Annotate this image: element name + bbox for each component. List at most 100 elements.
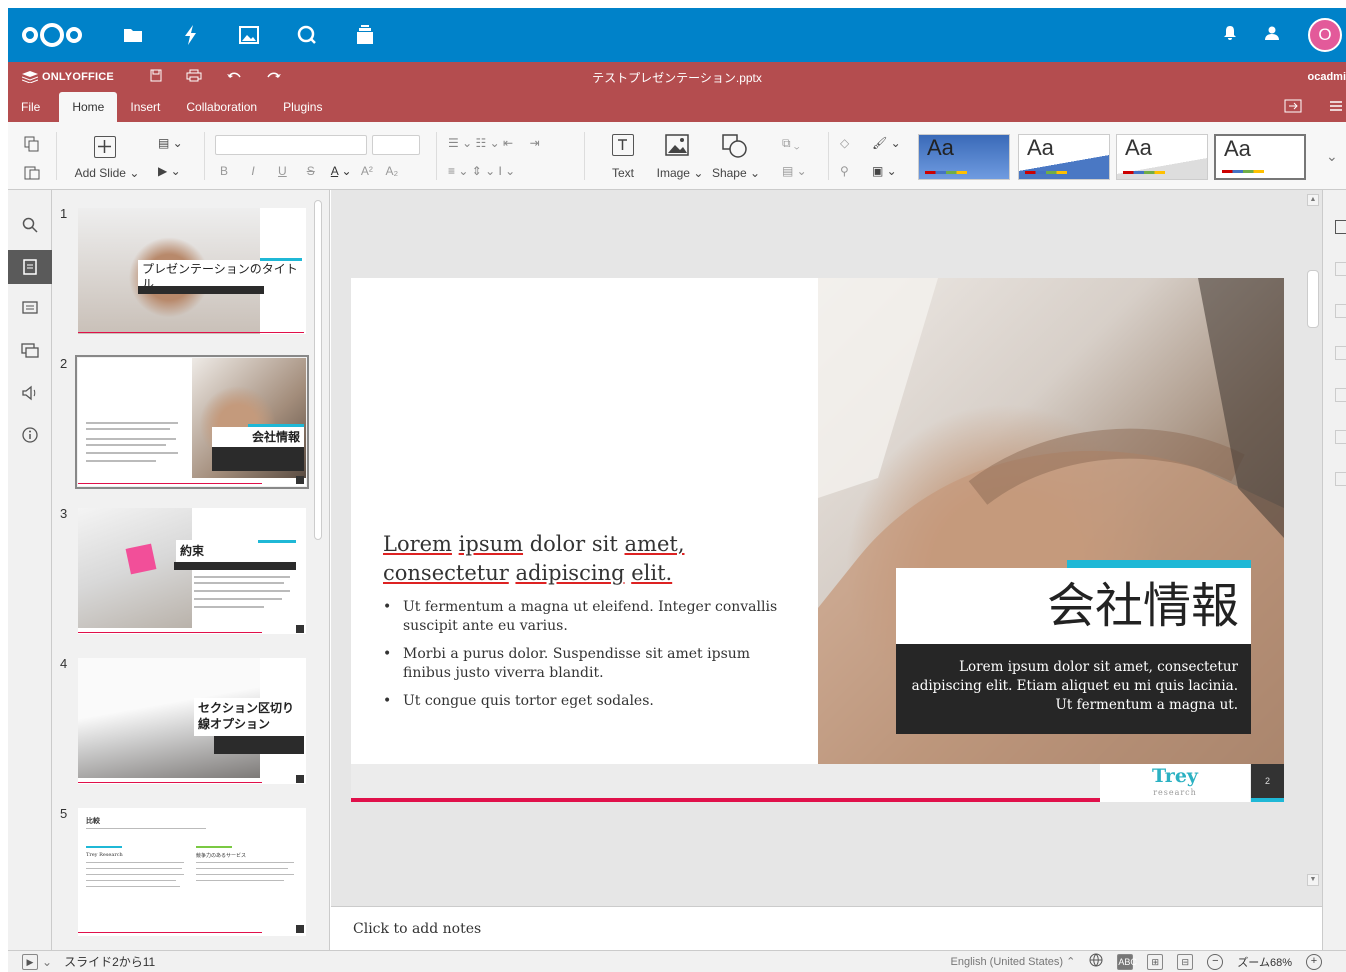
comments-icon[interactable] — [8, 292, 52, 326]
logo-text: Trey — [1152, 765, 1198, 787]
italic-button[interactable]: I — [251, 164, 254, 178]
activity-icon[interactable] — [162, 8, 220, 62]
notifications-icon[interactable] — [1224, 26, 1236, 44]
font-format-buttons[interactable]: B I U S A ⌄ A² A₂ — [220, 164, 398, 178]
add-slide-icon[interactable] — [94, 136, 116, 158]
search-icon[interactable] — [278, 8, 336, 62]
font-size-select[interactable] — [372, 135, 420, 155]
chart-settings-icon[interactable] — [1335, 430, 1346, 444]
fit-width-icon[interactable]: ⊟ — [1177, 953, 1194, 970]
slide-thumbnail-2[interactable]: 会社情報 — [75, 355, 309, 489]
scroll-down-icon[interactable]: ▼ — [1307, 874, 1319, 886]
slide-size-icon[interactable]: ▣ ⌄ — [872, 164, 897, 178]
table-settings-icon[interactable] — [1335, 388, 1346, 402]
fit-slide-icon[interactable]: ⊞ — [1147, 953, 1164, 970]
slides-panel-icon[interactable] — [8, 250, 52, 284]
slideshow-icon[interactable]: ▶ ⌄ — [158, 164, 181, 178]
slide-thumbnail-4[interactable]: セクション区切り線オプション — [78, 658, 306, 784]
tab-collaboration[interactable]: Collaboration — [173, 92, 270, 122]
deck-icon[interactable] — [336, 8, 394, 62]
slide-title[interactable]: 会社情報 — [896, 568, 1251, 644]
image-settings-icon[interactable] — [1335, 304, 1346, 318]
accent-bar — [1067, 560, 1251, 568]
font-color-button[interactable]: A ⌄ — [331, 164, 352, 178]
copy-style-icon[interactable]: ⚲ — [840, 164, 849, 178]
theme-2[interactable]: Aa — [1018, 134, 1110, 180]
strikethrough-button[interactable]: S — [307, 164, 315, 178]
save-icon[interactable] — [150, 69, 162, 85]
superscript-button[interactable]: A² — [361, 164, 373, 178]
chat-icon[interactable] — [8, 334, 52, 368]
search-icon[interactable] — [8, 208, 52, 242]
files-icon[interactable] — [104, 8, 162, 62]
about-icon[interactable] — [8, 418, 52, 452]
copy-icon[interactable] — [24, 136, 40, 155]
language-select[interactable]: English (United States) ⌃ — [951, 955, 1076, 968]
slide-thumbnail-1[interactable]: プレゼンテーションのタイトル — [78, 208, 306, 334]
add-slide-button[interactable]: Add Slide ⌄ — [72, 166, 142, 180]
subscript-button[interactable]: A₂ — [386, 164, 399, 178]
theme-4[interactable]: Aa — [1214, 134, 1306, 180]
tab-plugins[interactable]: Plugins — [270, 92, 335, 122]
arrange-icon[interactable]: ⧉ ⌄ — [782, 136, 800, 151]
scroll-thumb[interactable] — [1307, 270, 1319, 328]
theme-1[interactable]: Aa — [918, 134, 1010, 180]
slideshow-options-icon[interactable]: ⌄ — [42, 955, 52, 969]
textart-settings-icon[interactable] — [1335, 472, 1346, 486]
slide-content[interactable]: Lorem ipsum dolor sit amet, consectetur … — [383, 530, 783, 720]
text-button[interactable]: Text — [602, 166, 644, 180]
shape-button[interactable]: Shape ⌄ — [708, 166, 764, 180]
spellcheck-icon[interactable]: ABC — [1117, 953, 1137, 970]
thumbnail-title: 約束 — [176, 540, 296, 562]
nextcloud-logo[interactable] — [22, 20, 88, 50]
tab-file[interactable]: File — [8, 92, 53, 122]
page-number-accent — [1251, 798, 1284, 802]
paragraph-settings-icon[interactable] — [1335, 346, 1346, 360]
theme-3[interactable]: Aa — [1116, 134, 1208, 180]
shape-settings-icon[interactable] — [1335, 262, 1346, 276]
bullets-icon[interactable]: ☰ ⌄ ☷ ⌄ ⇤ ⇥ — [448, 136, 540, 150]
globe-icon[interactable] — [1089, 953, 1103, 970]
notes-field[interactable]: Click to add notes — [331, 906, 1322, 950]
print-icon[interactable] — [186, 69, 202, 85]
slide-thumbnail-3[interactable]: 約束 — [78, 508, 306, 634]
text-box-icon[interactable] — [612, 134, 634, 156]
slide-canvas[interactable]: Lorem ipsum dolor sit amet, consectetur … — [331, 190, 1322, 906]
thumbnails-scrollbar[interactable] — [314, 200, 322, 540]
zoom-in-icon[interactable]: + — [1306, 953, 1322, 970]
image-icon[interactable] — [665, 134, 689, 159]
align-shapes-icon[interactable]: ▤ ⌄ — [782, 164, 807, 178]
slide-thumbnail-5[interactable]: 比較 Trey Research 競争力のあるサービス — [78, 808, 306, 936]
slide-body-box[interactable]: Lorem ipsum dolor sit amet, consectetur … — [896, 644, 1251, 734]
redo-icon[interactable] — [266, 69, 282, 85]
canvas-scrollbar[interactable]: ▲ ▼ — [1305, 194, 1319, 890]
align-icon[interactable]: ≡ ⌄ ⇕ ⌄ I ⌄ — [448, 164, 515, 178]
scroll-up-icon[interactable]: ▲ — [1307, 194, 1319, 206]
shape-label: Shape — [711, 166, 747, 180]
slide-settings-icon[interactable] — [1335, 220, 1346, 234]
bold-button[interactable]: B — [220, 164, 228, 178]
clear-style-icon[interactable]: ◇ — [840, 136, 849, 150]
themes-more-icon[interactable]: ⌄ — [1326, 148, 1338, 165]
feedback-icon[interactable] — [8, 376, 52, 410]
play-slideshow-icon[interactable]: ▶ — [22, 953, 38, 970]
tab-home[interactable]: Home — [59, 92, 118, 122]
shape-icon[interactable] — [722, 134, 748, 161]
avatar[interactable]: O — [1308, 18, 1342, 52]
photos-icon[interactable] — [220, 8, 278, 62]
contacts-icon[interactable] — [1264, 26, 1280, 44]
font-family-select[interactable] — [215, 135, 367, 155]
heading-word: consectetur — [383, 561, 509, 585]
menu-icon[interactable] — [1330, 100, 1342, 115]
layout-icon[interactable]: ▤ ⌄ — [158, 136, 183, 150]
open-location-icon[interactable] — [1284, 99, 1302, 116]
color-scheme-icon[interactable]: 🖌 ⌄ — [872, 136, 901, 150]
undo-icon[interactable] — [226, 69, 242, 85]
zoom-out-icon[interactable]: − — [1207, 953, 1224, 970]
image-button[interactable]: Image ⌄ — [652, 166, 708, 180]
tab-insert[interactable]: Insert — [117, 92, 173, 122]
slide-2[interactable]: Lorem ipsum dolor sit amet, consectetur … — [351, 278, 1284, 802]
underline-button[interactable]: U — [278, 164, 287, 178]
paste-icon[interactable] — [24, 164, 40, 183]
user-name[interactable]: ocadmi — [1307, 71, 1346, 83]
